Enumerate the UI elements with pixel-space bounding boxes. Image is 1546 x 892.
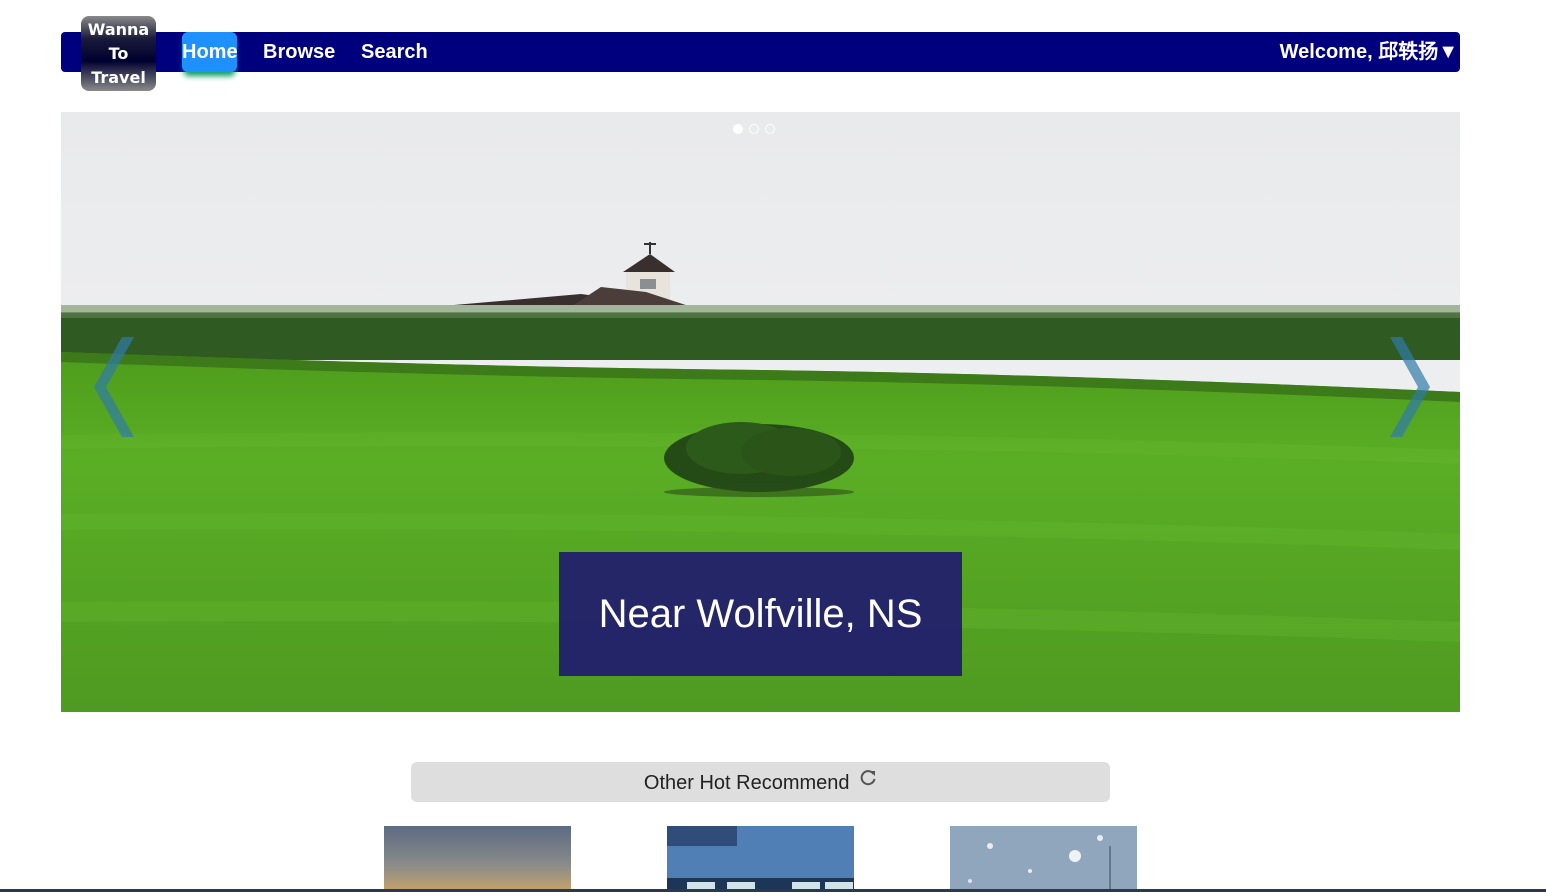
carousel-dot-1[interactable] (733, 124, 743, 134)
carousel-caption: Near Wolfville, NS (559, 552, 962, 676)
chevron-right-icon[interactable] (1388, 337, 1432, 437)
nav-browse-link[interactable]: Browse (263, 32, 335, 72)
hot-recommend-title: Other Hot Recommend (643, 772, 850, 794)
chevron-left-icon[interactable] (92, 337, 136, 437)
carousel-dot-3[interactable] (765, 124, 775, 134)
recommend-thumbnail[interactable] (384, 826, 571, 892)
user-menu-dropdown[interactable]: Welcome, 邱轶扬▼ (1280, 32, 1458, 72)
carousel-dot-2[interactable] (749, 124, 759, 134)
nav-search-link[interactable]: Search (361, 32, 428, 72)
recommend-thumbnail[interactable] (950, 826, 1137, 892)
refresh-icon[interactable] (859, 760, 877, 802)
carousel-indicators (733, 124, 775, 134)
hot-recommend-header: Other Hot Recommend (411, 762, 1110, 802)
logo-line-2: To (108, 43, 129, 63)
logo-line-1: Wanna (87, 19, 150, 39)
logo-line-3: Travel (91, 67, 146, 87)
recommend-thumbnail[interactable] (667, 826, 854, 892)
nav-home-link[interactable]: Home (182, 32, 238, 72)
site-logo[interactable]: Wanna To Travel (81, 16, 156, 91)
